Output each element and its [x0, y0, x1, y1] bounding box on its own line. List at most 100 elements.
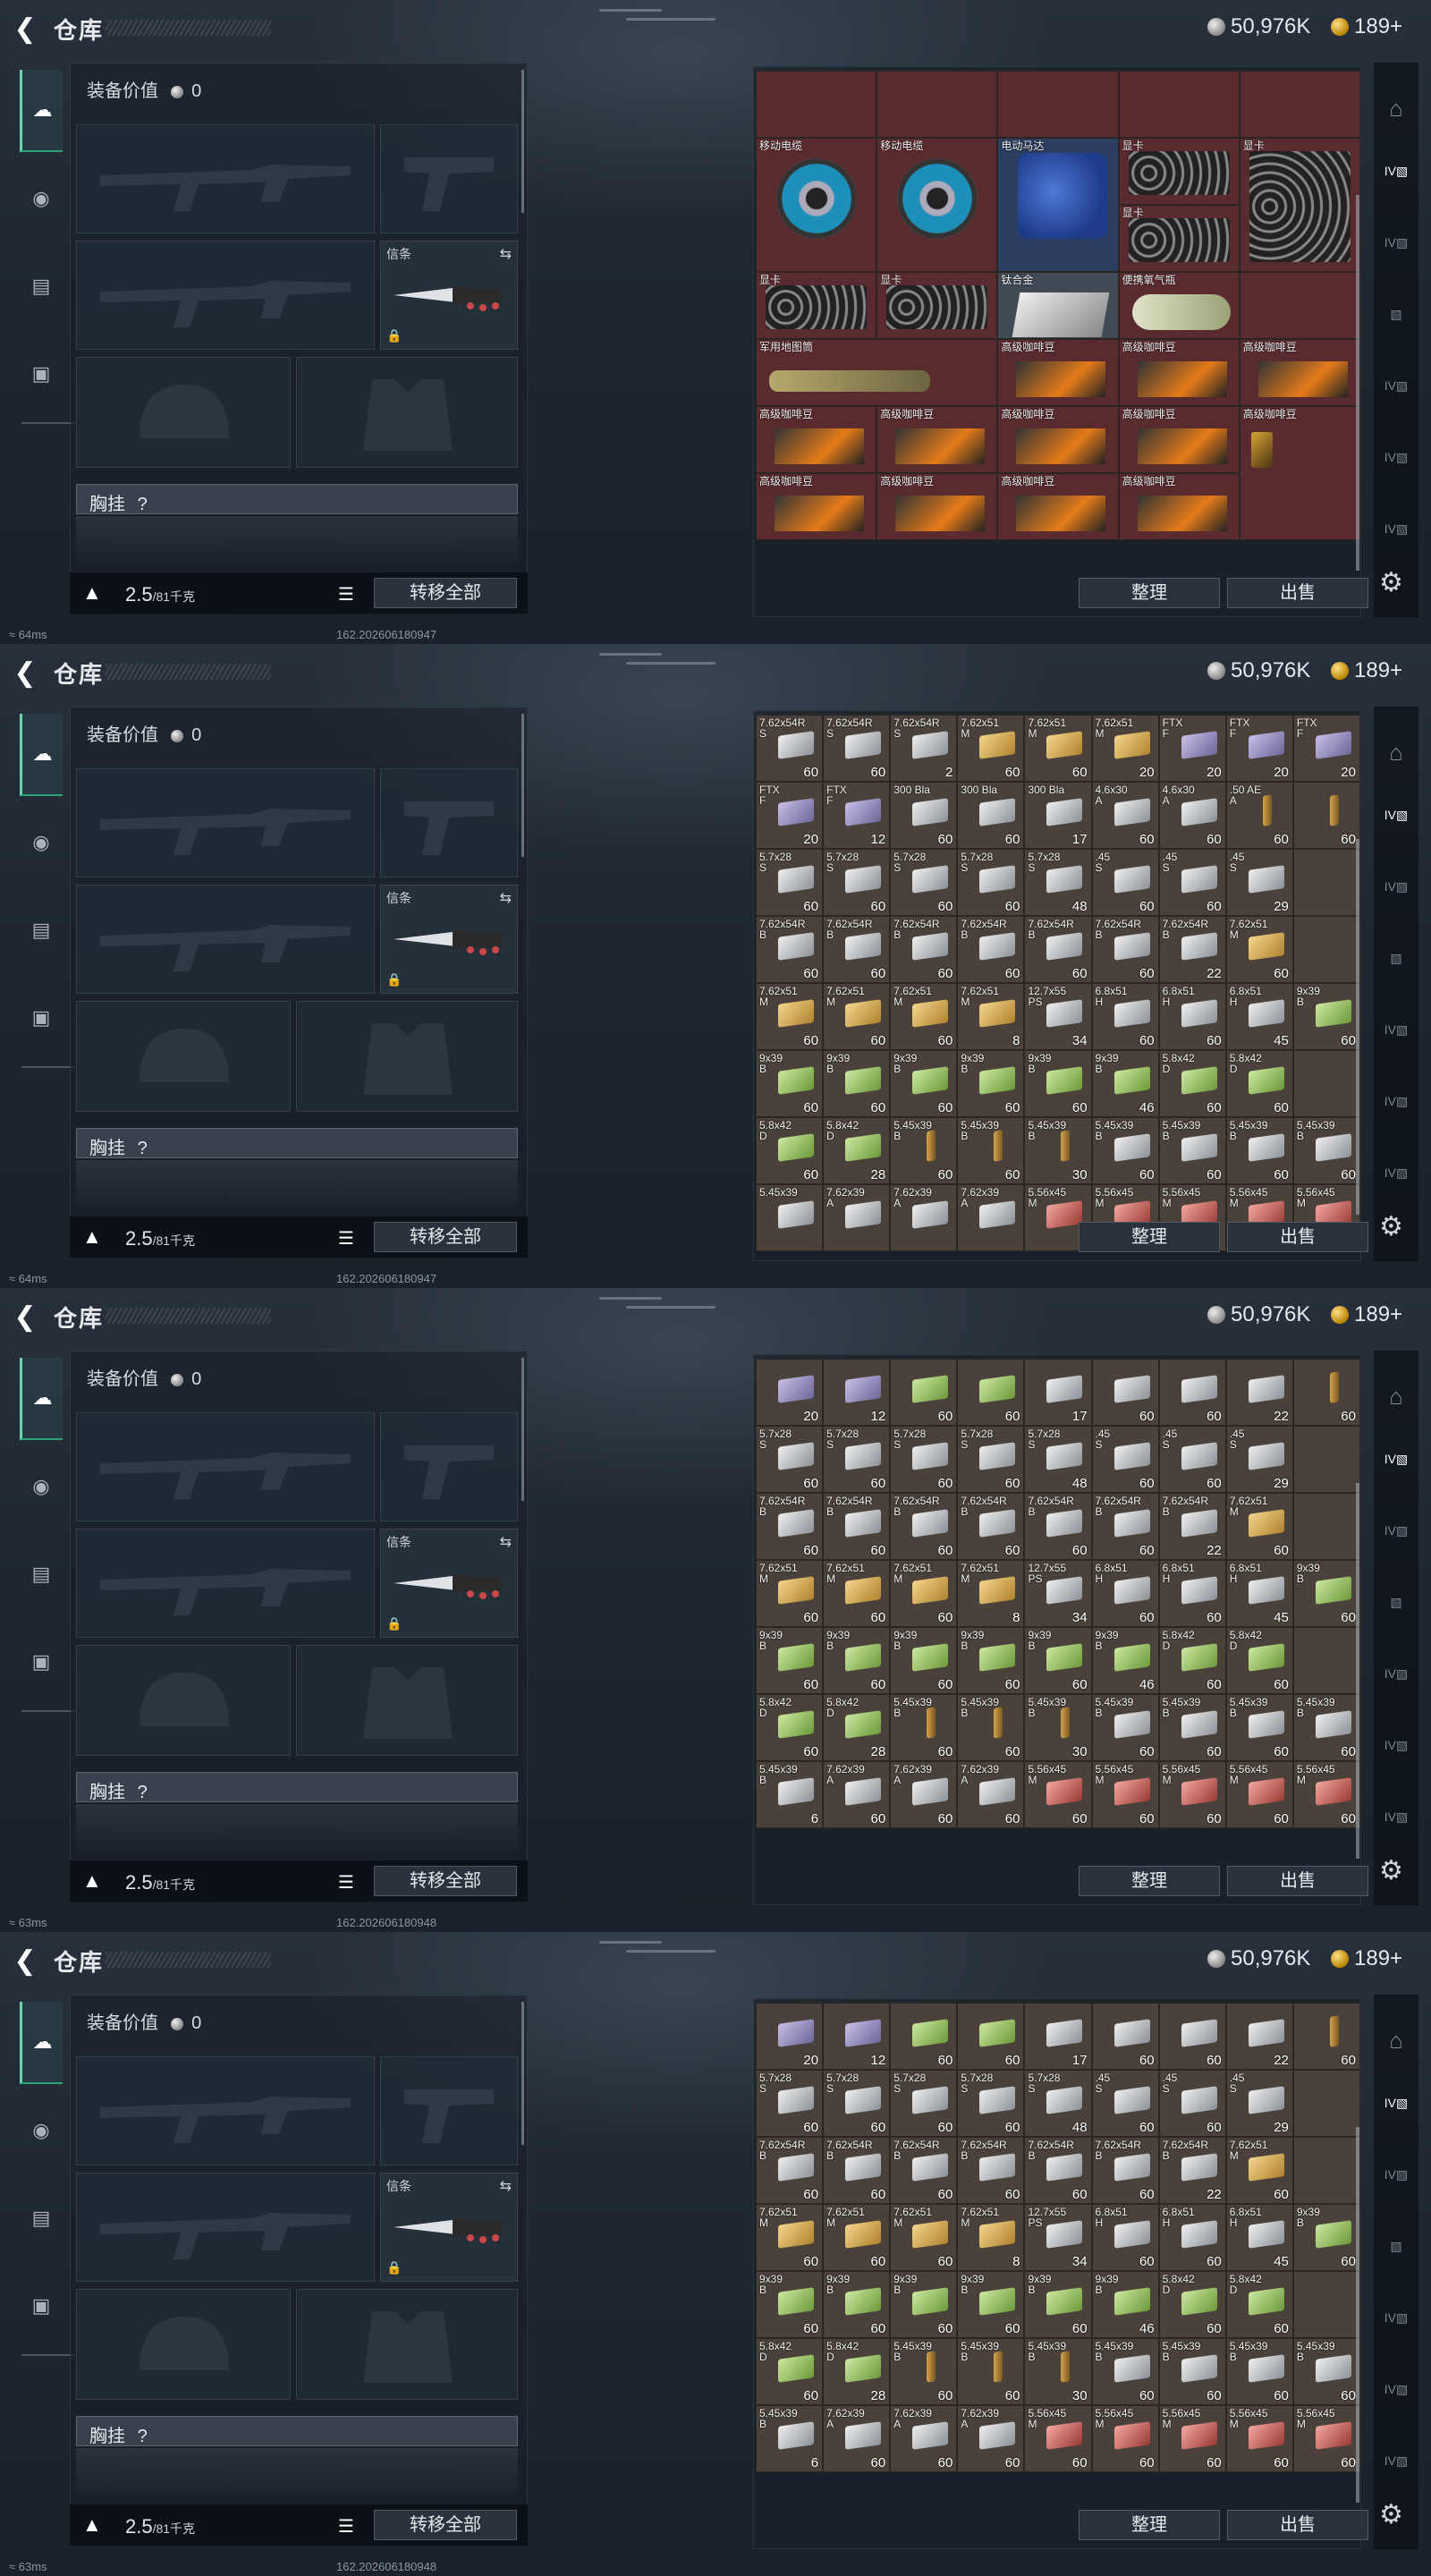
ammo-item[interactable]: 5.56x45 M 60: [1091, 2405, 1159, 2472]
ammo-item[interactable]: 5.8x42 D 60: [1158, 1050, 1226, 1117]
ammo-item[interactable]: [1292, 2070, 1360, 2137]
tab-weapons[interactable]: ☁: [20, 70, 63, 152]
ammo-item[interactable]: 9x39 B 46: [1091, 2271, 1159, 2338]
ammo-item[interactable]: .45 S 60: [1091, 2070, 1159, 2137]
ammo-item[interactable]: 7.62x54R B 22: [1158, 916, 1226, 983]
ammo-item[interactable]: .45 S 60: [1091, 1426, 1159, 1493]
tab-weapons[interactable]: ☁: [20, 714, 63, 796]
melee-slot[interactable]: 信条 ⇆ 🔒: [380, 241, 518, 350]
ammo-item[interactable]: 5.45x39 B 60: [1091, 2338, 1159, 2405]
ammo-item[interactable]: 9x39 B 60: [957, 2271, 1025, 2338]
tab-backpack[interactable]: ▣: [20, 352, 63, 395]
primary-weapon-slot[interactable]: [76, 124, 375, 233]
ammo-item[interactable]: 5.45x39 B 6: [756, 1761, 824, 1828]
ammo-item[interactable]: 5.56x45 M 60: [1158, 1761, 1226, 1828]
ammo-item[interactable]: 60: [890, 2003, 958, 2070]
stash-main-tab[interactable]: ⌂: [1377, 89, 1415, 127]
stash-tab-6[interactable]: IV▧: [1377, 2299, 1415, 2336]
ammo-item[interactable]: 5.8x42 D 60: [1158, 2271, 1226, 2338]
back-arrow-icon[interactable]: ❮: [9, 1301, 41, 1333]
helmet-slot[interactable]: [76, 1645, 291, 1756]
ammo-item[interactable]: 7.62x54R B 60: [1091, 916, 1159, 983]
tab-armor[interactable]: ◉: [20, 177, 63, 220]
ammo-item[interactable]: 5.45x39 B 30: [1024, 2338, 1092, 2405]
ammo-item[interactable]: 5.45x39 B 60: [1225, 2338, 1293, 2405]
ammo-item[interactable]: 5.45x39 B 60: [1292, 1694, 1360, 1761]
ammo-item[interactable]: 5.45x39 B 6: [756, 2405, 824, 2472]
ammo-item[interactable]: 7.62x54R B 22: [1158, 2137, 1226, 2204]
ammo-item[interactable]: 7.62x54R B 60: [756, 2137, 824, 2204]
ammo-item[interactable]: 9x39 B 60: [890, 1627, 958, 1694]
stash-item[interactable]: 移动电缆: [756, 138, 877, 272]
ammo-item[interactable]: 7.62x39 A 60: [890, 1761, 958, 1828]
melee-slot[interactable]: 信条 ⇆ 🔒: [380, 2173, 518, 2282]
armor-slot[interactable]: [296, 357, 518, 468]
ammo-item[interactable]: 5.7x28 S 60: [823, 2070, 891, 2137]
transfer-all-button[interactable]: 转移全部: [374, 1222, 517, 1252]
stash-tab-4b[interactable]: IV▧: [1377, 224, 1415, 261]
stash-item[interactable]: 显卡: [1118, 138, 1240, 205]
ammo-item[interactable]: 12: [823, 1359, 891, 1426]
ammo-item[interactable]: 60: [1158, 2003, 1226, 2070]
ammo-item[interactable]: 6.8x51 H 45: [1225, 2204, 1293, 2271]
tab-vest[interactable]: ▤: [20, 909, 63, 952]
ammo-item[interactable]: 9x39 B 60: [890, 2271, 958, 2338]
ammo-item[interactable]: .50 AE A 60: [1225, 782, 1293, 849]
ammo-item[interactable]: 7.62x54R B 60: [823, 916, 891, 983]
ammo-item[interactable]: 7.62x51 M 8: [957, 2204, 1025, 2271]
help-icon[interactable]: ?: [138, 1783, 148, 1802]
stash-item[interactable]: 军用地图筒: [756, 339, 998, 406]
stash-tab-7[interactable]: IV▧: [1377, 438, 1415, 476]
ammo-item[interactable]: 7.62x54R B 60: [756, 1493, 824, 1560]
ammo-item[interactable]: 5.45x39 B 60: [1225, 1694, 1293, 1761]
ammo-item[interactable]: 17: [1024, 1359, 1092, 1426]
ammo-item[interactable]: 7.62x54R S 60: [756, 715, 824, 782]
ammo-item[interactable]: 5.45x39 B 60: [1292, 2338, 1360, 2405]
stash-main-tab[interactable]: ⌂: [1377, 1377, 1415, 1415]
stash-tab-4[interactable]: IV▧: [1377, 2084, 1415, 2122]
ammo-item[interactable]: 5.7x28 S 60: [890, 849, 958, 916]
stash-tab-5[interactable]: ▧: [1377, 2227, 1415, 2265]
gear-icon[interactable]: ⚙: [1379, 1855, 1403, 1886]
ammo-item[interactable]: 5.45x39 B 60: [957, 1117, 1025, 1184]
ammo-item[interactable]: 7.62x54R B 60: [756, 916, 824, 983]
ammo-item[interactable]: 7.62x51 M 8: [957, 983, 1025, 1050]
list-icon[interactable]: ☰: [338, 2515, 354, 2538]
ammo-item[interactable]: 20: [756, 2003, 824, 2070]
ammo-item[interactable]: 300 Bla 60: [957, 782, 1025, 849]
ammo-item[interactable]: 7.62x54R B 60: [957, 2137, 1025, 2204]
ammo-item[interactable]: FTX F 20: [1158, 715, 1226, 782]
ammo-item[interactable]: 5.56x45 M 60: [1225, 1761, 1293, 1828]
ammo-item[interactable]: 6.8x51 H 60: [1158, 1560, 1226, 1627]
ammo-item[interactable]: 7.62x54R B 60: [823, 1493, 891, 1560]
stash-tab-4b[interactable]: IV▧: [1377, 1512, 1415, 1549]
ammo-item[interactable]: [1292, 916, 1360, 983]
pistol-slot[interactable]: [380, 2056, 518, 2165]
ammo-item[interactable]: 5.8x42 D 28: [823, 1117, 891, 1184]
pistol-slot[interactable]: [380, 768, 518, 877]
ammo-item[interactable]: 60: [1292, 2003, 1360, 2070]
ammo-item[interactable]: 22: [1225, 2003, 1293, 2070]
tab-armor[interactable]: ◉: [20, 1465, 63, 1508]
stash-tab-7[interactable]: IV▧: [1377, 1082, 1415, 1120]
ammo-item[interactable]: 7.62x39 A: [957, 1184, 1025, 1251]
ammo-item[interactable]: 22: [1225, 1359, 1293, 1426]
ammo-item[interactable]: 5.7x28 S 60: [756, 849, 824, 916]
stash-item[interactable]: [997, 71, 1119, 138]
ammo-item[interactable]: 5.45x39 B 30: [1024, 1117, 1092, 1184]
ammo-item[interactable]: 7.62x51 M 60: [823, 1560, 891, 1627]
sort-button[interactable]: 整理: [1079, 1222, 1220, 1252]
ammo-item[interactable]: 60: [1292, 1359, 1360, 1426]
ammo-item[interactable]: 7.62x54R B 60: [1024, 2137, 1092, 2204]
ammo-item[interactable]: 7.62x54R B 60: [1091, 2137, 1159, 2204]
back-arrow-icon[interactable]: ❮: [9, 13, 41, 45]
chest-rig-header[interactable]: 胸挂 ?: [76, 1128, 518, 1158]
ammo-item[interactable]: 60: [1292, 782, 1360, 849]
stash-scrollbar[interactable]: [1356, 2127, 1359, 2503]
ammo-item[interactable]: 300 Bla 17: [1024, 782, 1092, 849]
ammo-item[interactable]: [1292, 1050, 1360, 1117]
ammo-item[interactable]: 4.6x30 A 60: [1091, 782, 1159, 849]
ammo-item[interactable]: 7.62x51 M 60: [756, 2204, 824, 2271]
stash-item[interactable]: [1239, 71, 1360, 138]
equipment-scrollbar[interactable]: [521, 2002, 524, 2145]
